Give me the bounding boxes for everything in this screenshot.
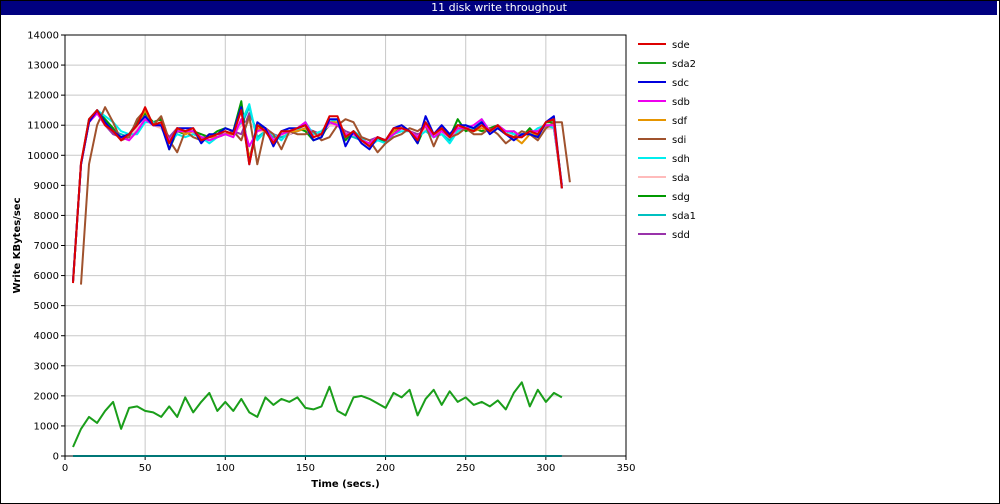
y-tick-label: 4000 (34, 331, 59, 342)
series-lines (72, 100, 571, 457)
y-axis-ticks: 0 1000 2000 3000 4000 5000 6000 7000 8000 9000 100… (27, 31, 65, 463)
legend-label-sda1: sda1 (672, 211, 696, 222)
legend-label-sdd: sdd (672, 230, 690, 241)
x-tick-label: 250 (456, 463, 475, 474)
line-chart: 0100020003000400050006000700080009000100… (12, 31, 696, 491)
legend-label-sdg: sdg (672, 192, 690, 203)
y-tick-label: 1000 (34, 421, 59, 432)
y-tick-label: 13000 (27, 61, 59, 72)
y-tick-label: 14000 (27, 31, 59, 42)
legend-label-sdi: sdi (672, 135, 686, 146)
y-tick-label: 11000 (27, 121, 59, 132)
y-tick-label: 2000 (34, 391, 59, 402)
legend-label-sda2: sda2 (672, 59, 696, 70)
series-line-sdi (80, 106, 571, 285)
legend-label-sdb: sdb (672, 97, 690, 108)
y-axis-title: Write KBytes/sec (12, 197, 23, 293)
x-axis-title: Time (secs.) (311, 479, 380, 490)
x-tick-label: 50 (139, 463, 152, 474)
grid-lines (64, 34, 627, 457)
legend-label-sdc: sdc (672, 78, 689, 89)
y-tick-label: 6000 (34, 271, 59, 282)
x-tick-label: 0 (62, 463, 68, 474)
legend-label-sdf: sdf (672, 116, 688, 127)
x-tick-label: 100 (216, 463, 235, 474)
y-tick-label: 12000 (27, 91, 59, 102)
x-tick-label: 150 (296, 463, 315, 474)
y-tick-label: 3000 (34, 361, 59, 372)
x-tick-label: 350 (616, 463, 635, 474)
legend: sde sda2 sdc sdb sdf sdi sdh sda sdg sda1 sdd (638, 40, 696, 241)
y-tick-label: 9000 (34, 181, 59, 192)
legend-label-sdh: sdh (672, 154, 690, 165)
legend-label-sda: sda (672, 173, 690, 184)
y-tick-label: 0 (53, 452, 59, 463)
x-axis-ticks: 0 50 100 150 200 250 300 350 (62, 456, 636, 474)
x-tick-label: 300 (536, 463, 555, 474)
series-line-sda2 (72, 381, 563, 448)
y-tick-label: 7000 (34, 241, 59, 252)
y-tick-label: 8000 (34, 211, 59, 222)
legend-label-sde: sde (672, 40, 690, 51)
x-tick-label: 200 (376, 463, 395, 474)
y-tick-label: 10000 (27, 151, 59, 162)
y-tick-label: 5000 (34, 301, 59, 312)
